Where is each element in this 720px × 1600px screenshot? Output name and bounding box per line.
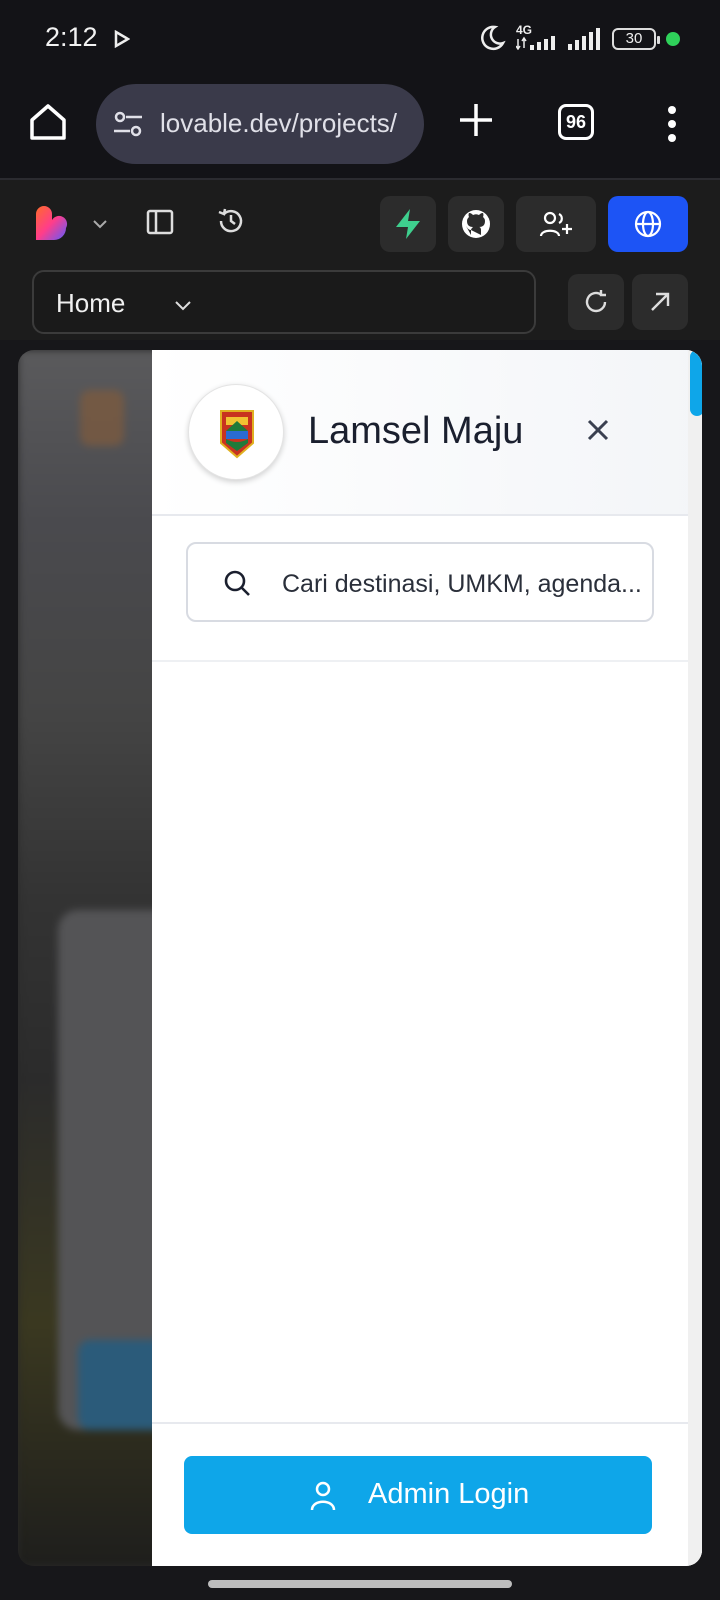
moon-icon xyxy=(481,25,506,51)
status-bar: 2:12 4G 30 xyxy=(0,0,720,78)
lovable-toolbar: Home xyxy=(0,180,720,340)
github-icon xyxy=(462,210,490,238)
external-link-icon xyxy=(651,292,670,311)
refresh-icon xyxy=(585,290,607,313)
scrollbar-track[interactable] xyxy=(688,350,702,1566)
sidebar-icon[interactable] xyxy=(146,208,174,236)
drawer-header: Lamsel Maju xyxy=(152,350,702,516)
plus-icon[interactable] xyxy=(456,100,496,140)
history-icon[interactable] xyxy=(216,206,246,236)
signal-icon xyxy=(516,36,555,50)
url-bar[interactable]: lovable.dev/projects/ xyxy=(96,84,424,164)
route-selector[interactable]: Home xyxy=(32,270,536,334)
tune-icon[interactable] xyxy=(112,108,144,140)
battery-icon: 30 xyxy=(612,28,660,50)
background-logo xyxy=(80,390,124,446)
regency-crest-icon xyxy=(220,410,254,459)
brand-logo xyxy=(188,384,284,480)
status-time: 2:12 xyxy=(45,22,98,52)
supabase-icon xyxy=(396,209,420,239)
publish-button[interactable] xyxy=(608,196,688,252)
close-icon[interactable] xyxy=(584,416,612,444)
url-text[interactable]: lovable.dev/projects/ xyxy=(160,108,416,139)
search-section xyxy=(152,518,702,662)
brand-name: Lamsel Maju xyxy=(308,410,524,452)
battery-level: 30 xyxy=(625,30,643,47)
scrollbar-thumb[interactable] xyxy=(690,350,702,416)
chevron-down-icon xyxy=(175,301,191,311)
privacy-indicator xyxy=(666,32,680,46)
home-icon[interactable] xyxy=(26,100,70,144)
admin-login-label: Admin Login xyxy=(368,1478,530,1510)
side-drawer: Lamsel Maju Admin Login xyxy=(152,350,702,1566)
tab-switcher-button[interactable]: 96 xyxy=(558,104,594,140)
chevron-down-icon[interactable] xyxy=(92,216,108,232)
search-box[interactable] xyxy=(186,542,662,622)
search-input[interactable] xyxy=(282,564,662,604)
more-vert-icon[interactable] xyxy=(662,104,682,144)
play-icon xyxy=(114,30,130,48)
globe-icon xyxy=(634,210,662,238)
invite-user-icon xyxy=(539,211,572,237)
invite-button[interactable] xyxy=(516,196,596,252)
tab-count: 96 xyxy=(565,112,587,132)
app-preview: Lamsel Maju Admin Login xyxy=(18,350,702,1566)
admin-login-button[interactable]: Admin Login xyxy=(184,1456,652,1534)
browser-toolbar: lovable.dev/projects/ 96 xyxy=(0,78,720,180)
gesture-navigation-bar[interactable] xyxy=(208,1580,512,1588)
network-type-label: 4G xyxy=(516,23,533,37)
supabase-button[interactable] xyxy=(380,196,436,252)
lovable-heart-icon[interactable] xyxy=(32,206,70,244)
signal-icon-secondary xyxy=(568,28,600,50)
user-icon xyxy=(310,1481,336,1511)
route-label: Home xyxy=(56,288,126,318)
drawer-footer: Admin Login xyxy=(152,1422,702,1566)
open-external-button[interactable] xyxy=(632,274,688,330)
search-icon xyxy=(224,570,250,596)
github-button[interactable] xyxy=(448,196,504,252)
refresh-button[interactable] xyxy=(568,274,624,330)
